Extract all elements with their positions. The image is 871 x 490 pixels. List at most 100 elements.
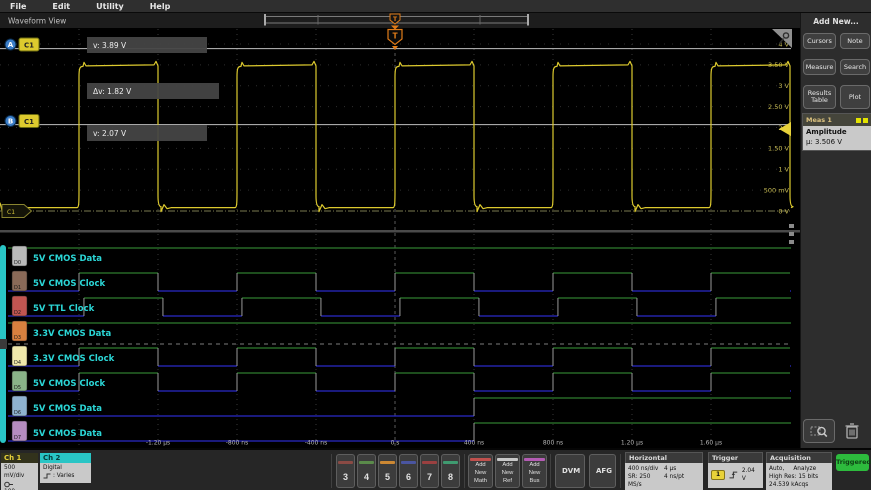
digital-row-D3[interactable]: D33.3V CMOS Data bbox=[8, 321, 791, 341]
digital-row-D1[interactable]: D15V CMOS Clock bbox=[8, 271, 791, 291]
trash-icon[interactable] bbox=[844, 422, 860, 440]
sample-resolution: 4 ns/pt bbox=[664, 473, 700, 489]
voltage-tick-label: 500 mV bbox=[764, 186, 790, 194]
zoom-mode-button[interactable] bbox=[803, 419, 835, 443]
time-tick-label: 0 s bbox=[391, 440, 400, 447]
add-new-ref-button[interactable]: AddNewRef bbox=[495, 454, 520, 488]
menu-file[interactable]: File bbox=[10, 2, 26, 11]
waveform-view-area: Waveform View T 4 V3.50 V3 V2.50 V2 V1.5… bbox=[0, 13, 800, 448]
time-tick-label: 1.60 μs bbox=[700, 440, 722, 447]
D0-badge-label: D0 bbox=[14, 260, 21, 266]
threshold-icon bbox=[43, 473, 51, 479]
channel-4-button[interactable]: 4 bbox=[357, 454, 376, 488]
channel-color-stripe bbox=[359, 461, 374, 464]
trigger-title: Trigger bbox=[708, 452, 763, 463]
channel-color-stripe bbox=[401, 461, 416, 464]
svg-text:Δv: 1.82 V: Δv: 1.82 V bbox=[93, 87, 132, 96]
menu-edit[interactable]: Edit bbox=[52, 2, 70, 11]
D6-signal-label: 5V CMOS Data bbox=[33, 404, 102, 414]
add-new-title: Add New... bbox=[801, 17, 871, 26]
svg-text:C1: C1 bbox=[24, 41, 34, 49]
digital-row-D7[interactable]: D75V CMOS Data bbox=[8, 421, 791, 441]
digital-row-D5[interactable]: D5 5V CMOS Clock bbox=[8, 371, 791, 391]
horizontal-window: 4 μs bbox=[664, 465, 700, 473]
D5-signal-label: 5V CMOS Clock bbox=[33, 379, 105, 389]
cursor-delta-readout: Δv: 1.82 V bbox=[87, 83, 219, 99]
channel-6-button[interactable]: 6 bbox=[399, 454, 418, 488]
ch2-mode: Digital bbox=[43, 464, 89, 472]
channel-color-stripe bbox=[338, 461, 353, 464]
trigger-panel[interactable]: Trigger 1 2.04 V bbox=[708, 452, 763, 488]
voltage-tick-label: 3 V bbox=[778, 82, 789, 90]
D4-signal-label: 3.3V CMOS Clock bbox=[33, 354, 115, 364]
channel-number: 4 bbox=[358, 472, 375, 482]
divider bbox=[464, 454, 465, 488]
digital-row-D2[interactable]: D25V TTL Clock bbox=[8, 296, 791, 316]
cursor-a-readout: v: 3.89 V bbox=[87, 37, 207, 53]
digital-row-D0[interactable]: D0 5V CMOS Data bbox=[8, 246, 791, 266]
meas1-badge[interactable]: Meas 1 Amplitude μ: 3.506 V bbox=[802, 113, 871, 151]
acquisition-panel[interactable]: Acquisition Auto, Analyze High Res: 15 b… bbox=[766, 452, 832, 490]
sample-rate: SR: 250 MS/s bbox=[628, 473, 664, 489]
time-tick-label: 400 ns bbox=[464, 440, 484, 447]
bottom-bar: Ch 1 500 mV/div 100 MHz Ch 2 bbox=[0, 448, 871, 490]
splitter-handle[interactable] bbox=[789, 224, 794, 244]
channel-8-button[interactable]: 8 bbox=[441, 454, 460, 488]
menu-help[interactable]: Help bbox=[150, 2, 171, 11]
digital-row-D6[interactable]: D65V CMOS Data bbox=[8, 396, 791, 416]
acquisition-mode: Auto, bbox=[769, 465, 784, 473]
ch1-badge[interactable]: Ch 1 500 mV/div 100 MHz bbox=[1, 453, 38, 490]
D0-signal-label: 5V CMOS Data bbox=[33, 254, 102, 264]
afg-button[interactable]: AFG bbox=[589, 454, 616, 488]
cursor-a-handle[interactable]: A C1 bbox=[5, 38, 39, 51]
sidebar-button-results-table[interactable]: Results Table bbox=[803, 85, 836, 109]
add-new-bus-button[interactable]: AddNewBus bbox=[522, 454, 547, 488]
cursor-b-handle[interactable]: B C1 bbox=[5, 115, 39, 128]
menu-utility[interactable]: Utility bbox=[96, 2, 124, 11]
ch1-name: Ch 1 bbox=[1, 453, 38, 463]
cursor-b-readout: v: 2.07 V bbox=[87, 125, 207, 141]
acquisition-resolution: High Res: 15 bits bbox=[769, 473, 829, 481]
channel-3-button[interactable]: 3 bbox=[336, 454, 355, 488]
time-tick-label: -800 ns bbox=[226, 440, 248, 447]
horizontal-panel[interactable]: Horizontal 400 ns/div 4 μs SR: 250 MS/s … bbox=[625, 452, 703, 490]
trigger-level-value: 2.04 V bbox=[742, 467, 760, 483]
add-new-math-button[interactable]: AddNewMath bbox=[468, 454, 493, 488]
channel-5-button[interactable]: 5 bbox=[378, 454, 397, 488]
sidebar-button-plot[interactable]: Plot bbox=[840, 85, 870, 109]
sidebar-button-search[interactable]: Search bbox=[840, 59, 870, 75]
time-tick-label: -1.20 μs bbox=[146, 440, 170, 447]
sidebar-button-note[interactable]: Note bbox=[840, 33, 870, 49]
svg-text:v: 3.89 V: v: 3.89 V bbox=[93, 41, 127, 50]
channel-number: 8 bbox=[442, 472, 459, 482]
voltage-tick-label: 2.50 V bbox=[768, 103, 790, 111]
D7-badge-label: D7 bbox=[14, 435, 21, 441]
sidebar-button-measure[interactable]: Measure bbox=[803, 59, 836, 75]
svg-text:B: B bbox=[8, 118, 13, 126]
trigger-status-badge: Triggered bbox=[836, 454, 869, 471]
D1-badge-label: D1 bbox=[14, 285, 21, 291]
probe-icon bbox=[4, 481, 14, 488]
trigger-flag[interactable]: T bbox=[388, 30, 402, 51]
digital-group-grip[interactable] bbox=[0, 339, 7, 349]
digital-row-D4[interactable]: D43.3V CMOS Clock bbox=[8, 346, 791, 366]
ch2-badge[interactable]: Ch 2 Digital : Varies bbox=[40, 453, 91, 483]
ch2-name: Ch 2 bbox=[40, 453, 91, 463]
channel-number: 3 bbox=[337, 472, 354, 482]
meas1-name: Meas 1 bbox=[806, 116, 854, 124]
sidebar-button-cursors[interactable]: Cursors bbox=[803, 33, 836, 49]
svg-text:v: 2.07 V: v: 2.07 V bbox=[93, 129, 127, 138]
trigger-flag-pointer-icon bbox=[392, 46, 398, 50]
channel-number: 5 bbox=[379, 472, 396, 482]
acquisition-title: Acquisition bbox=[766, 452, 832, 463]
ch1-position-tag[interactable]: C1 bbox=[2, 205, 32, 218]
time-tick-label: 800 ns bbox=[543, 440, 563, 447]
acquisition-analyze: Analyze bbox=[793, 465, 816, 473]
D5-badge-label: D5 bbox=[14, 385, 21, 391]
channel-7-button[interactable]: 7 bbox=[420, 454, 439, 488]
meas1-type: Amplitude bbox=[806, 128, 868, 136]
dvm-button[interactable]: DVM bbox=[555, 454, 585, 488]
channel-color-stripe bbox=[422, 461, 437, 464]
menu-bar: File Edit Utility Help bbox=[0, 0, 871, 13]
analog-digital-splitter[interactable] bbox=[0, 230, 800, 233]
